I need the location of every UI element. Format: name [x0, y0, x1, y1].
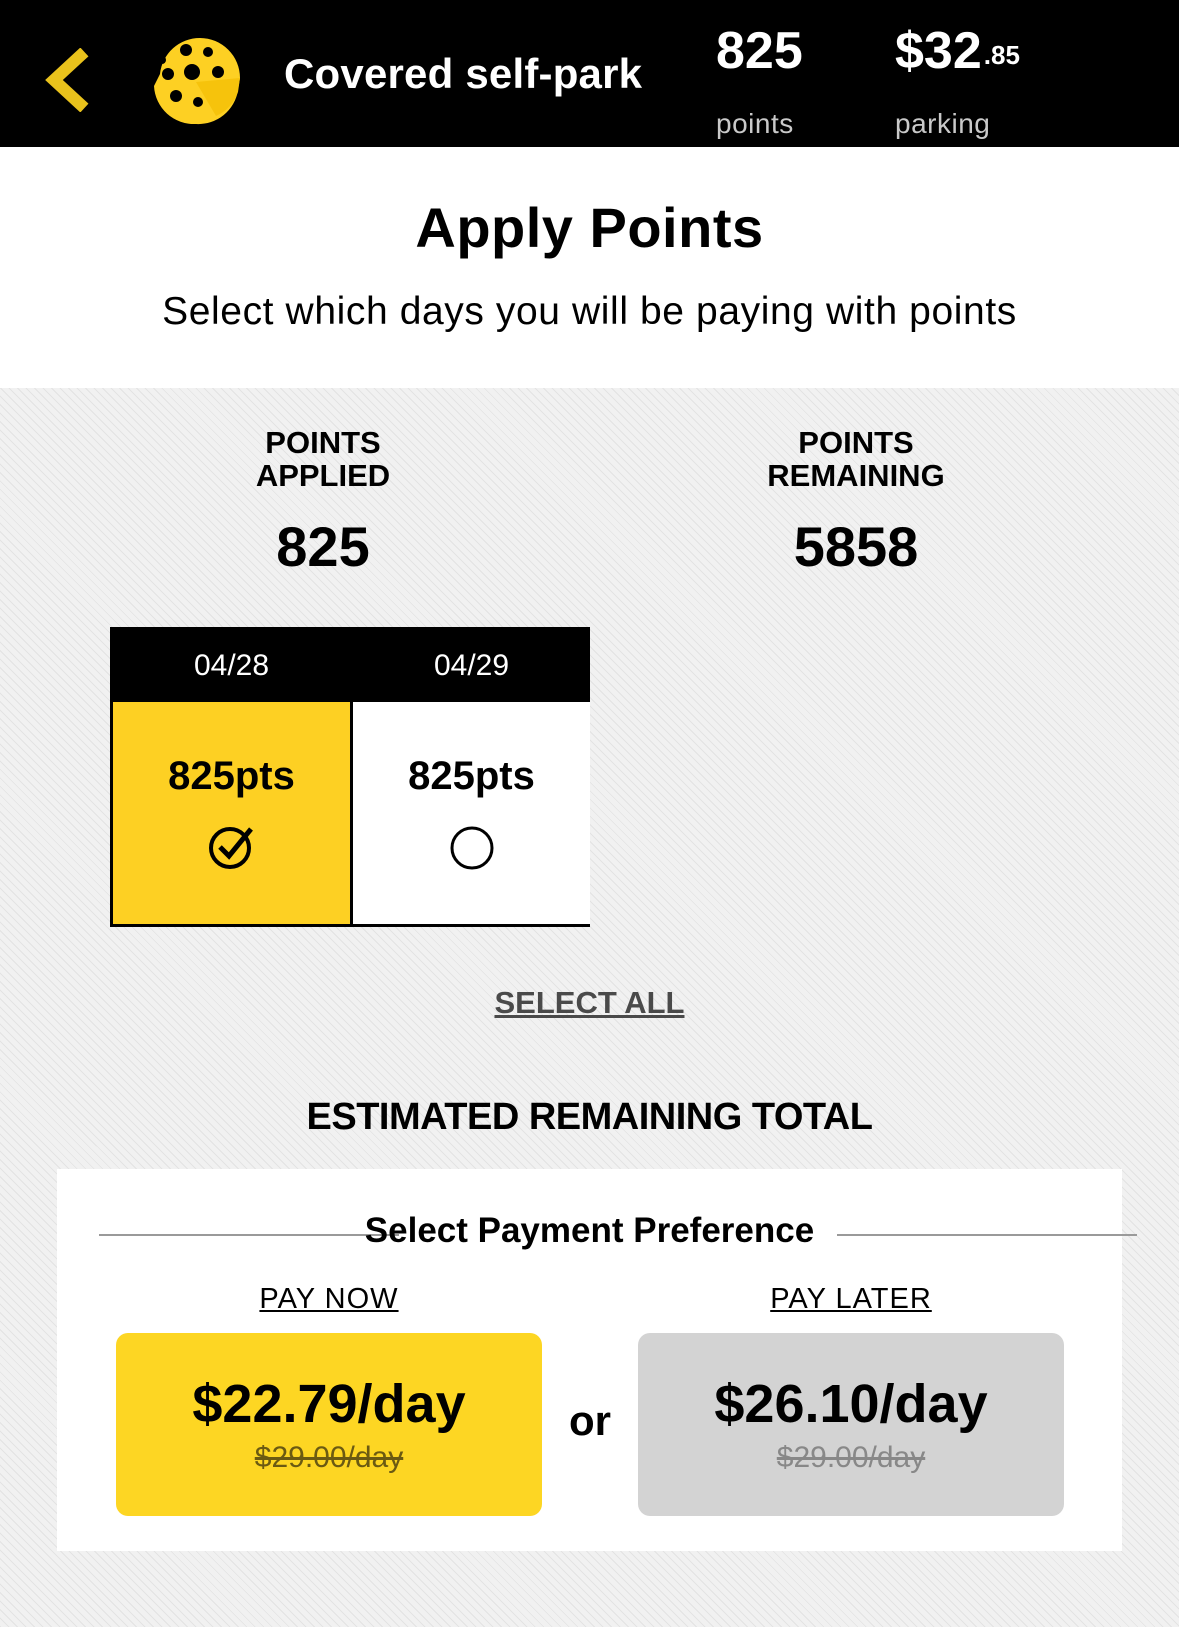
top-bar: Covered self-park 825 points $32.85 park… [0, 0, 1179, 147]
points-remaining-label-1: POINTS [798, 425, 914, 460]
points-applied-counter: POINTS APPLIED 825 [163, 426, 483, 579]
day-date: 04/28 [113, 630, 350, 702]
day-date: 04/29 [353, 630, 590, 702]
points-value: 825 [716, 22, 803, 80]
pay-now-label: PAY NOW [116, 1283, 542, 1316]
pay-later-link[interactable]: PAY LATER [770, 1283, 932, 1315]
day-body: 825pts [113, 702, 350, 924]
intro-section: Apply Points Select which days you will … [0, 147, 1179, 388]
pay-now-original-price: $29.00/day [254, 1441, 404, 1474]
points-stat: 825 points [716, 20, 803, 140]
parking-cents: .85 [983, 40, 1020, 70]
or-separator: or [569, 1397, 611, 1444]
select-all-link[interactable]: SELECT ALL [494, 985, 684, 1020]
pay-later-label: PAY LATER [638, 1283, 1064, 1316]
check-circle-icon [207, 821, 257, 871]
points-applied-value: 825 [276, 515, 370, 578]
chevron-left-icon [45, 47, 89, 113]
parking-value: $32.85 [895, 20, 1020, 82]
page-subtitle: Select which days you will be paying wit… [162, 290, 1017, 333]
points-applied-label-1: POINTS [265, 425, 381, 460]
points-panel: POINTS APPLIED 825 POINTS REMAINING 5858… [0, 388, 1179, 1627]
cheese-wheel-logo [146, 30, 246, 130]
parking-stat: $32.85 parking [895, 20, 1020, 140]
pay-now-link[interactable]: PAY NOW [259, 1283, 398, 1315]
day-tile-0428[interactable]: 04/28 825pts [113, 630, 350, 924]
points-applied-label-2: APPLIED [255, 458, 391, 493]
day-points: 825pts [408, 754, 535, 798]
points-label: points [716, 108, 794, 139]
empty-circle-icon [447, 821, 497, 871]
select-all-container: SELECT ALL [0, 985, 1179, 1021]
day-selector: 04/28 825pts 04/29 825pts [110, 627, 590, 927]
parking-dollars: $32 [895, 22, 982, 80]
day-tile-0429[interactable]: 04/29 825pts [353, 630, 590, 924]
day-body: 825pts [353, 702, 590, 924]
pay-later-original-price: $29.00/day [776, 1441, 926, 1474]
points-remaining-counter: POINTS REMAINING 5858 [696, 426, 1016, 579]
page-title: Apply Points [415, 196, 764, 259]
back-button[interactable] [40, 47, 96, 113]
points-remaining-label-2: REMAINING [767, 458, 945, 493]
pay-later-price: $26.10/day [714, 1374, 988, 1434]
pay-now-price: $22.79/day [192, 1374, 466, 1434]
page-header-title: Covered self-park [284, 50, 643, 97]
parking-label: parking [895, 108, 991, 139]
pay-now-option[interactable]: $22.79/day $29.00/day [116, 1333, 542, 1516]
pay-later-option[interactable]: $26.10/day $29.00/day [638, 1333, 1064, 1516]
points-remaining-value: 5858 [793, 515, 919, 578]
day-points: 825pts [168, 754, 295, 798]
payment-preference-card: Select Payment Preference PAY NOW PAY LA… [57, 1169, 1137, 1551]
estimated-total-title: ESTIMATED REMAINING TOTAL [306, 1096, 873, 1138]
payment-preference-title: Select Payment Preference [364, 1211, 815, 1250]
